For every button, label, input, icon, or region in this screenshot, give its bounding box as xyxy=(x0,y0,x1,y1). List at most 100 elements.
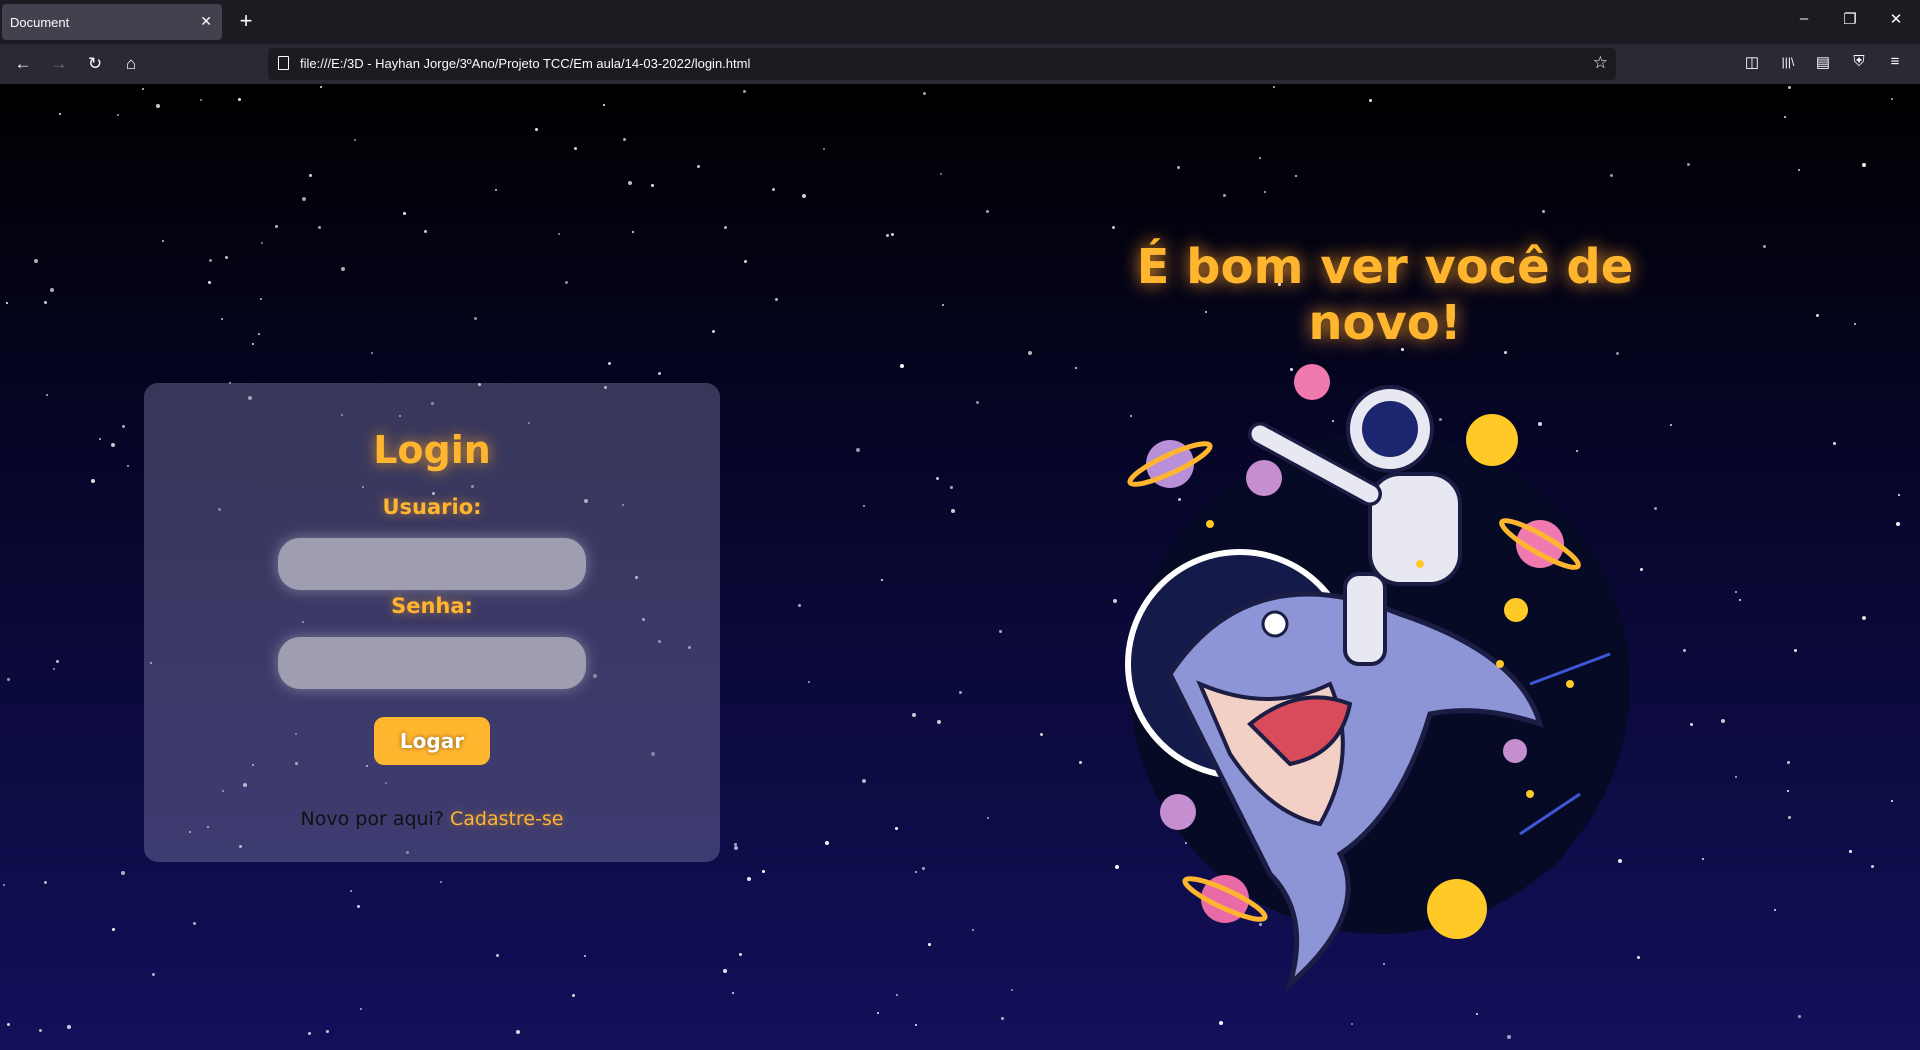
star-dot xyxy=(987,817,989,819)
star-dot xyxy=(308,1032,311,1035)
star-dot xyxy=(1833,442,1836,445)
star-dot xyxy=(275,225,278,228)
reload-icon[interactable]: ↻ xyxy=(84,53,106,75)
star-dot xyxy=(326,1030,329,1033)
star-dot xyxy=(7,1023,10,1026)
star-dot xyxy=(900,364,904,368)
login-button[interactable]: Logar xyxy=(374,717,490,765)
restore-icon[interactable]: ❐ xyxy=(1840,10,1860,28)
star-dot xyxy=(117,114,119,116)
astronaut-shark-illustration xyxy=(1125,364,1630,992)
star-dot xyxy=(1798,169,1800,171)
star-dot xyxy=(122,425,125,428)
login-card: Login Usuario: Senha: Logar Novo por aqu… xyxy=(144,383,720,862)
star-dot xyxy=(99,438,101,440)
star-dot xyxy=(1849,850,1852,853)
star-dot xyxy=(39,1029,42,1032)
star-dot xyxy=(891,233,894,236)
back-icon[interactable]: ← xyxy=(12,53,34,75)
star-dot xyxy=(651,184,654,187)
library-icon[interactable]: |||\ xyxy=(1777,55,1799,69)
star-dot xyxy=(1798,1015,1801,1018)
star-dot xyxy=(221,318,223,320)
url-text[interactable]: file:///E:/3D - Hayhan Jorge/3ºAno/Proje… xyxy=(300,56,750,71)
star-dot xyxy=(724,226,727,229)
star-dot xyxy=(260,298,262,300)
star-dot xyxy=(743,90,746,93)
star-dot xyxy=(156,104,160,108)
star-dot xyxy=(1690,723,1693,726)
bookmark-star-icon[interactable]: ☆ xyxy=(1593,53,1608,73)
star-dot xyxy=(209,259,212,262)
page-viewport: Login Usuario: Senha: Logar Novo por aqu… xyxy=(0,84,1920,1050)
star-dot xyxy=(1687,163,1690,166)
window-close-icon[interactable]: ✕ xyxy=(1886,10,1906,28)
star-dot xyxy=(1670,424,1672,426)
shield-icon[interactable]: ⛨ xyxy=(1848,53,1870,70)
star-dot xyxy=(772,188,775,191)
star-dot xyxy=(697,165,700,168)
star-dot xyxy=(976,401,979,404)
star-dot xyxy=(574,147,577,150)
star-dot xyxy=(1079,761,1082,764)
star-dot xyxy=(1891,98,1893,100)
star-dot xyxy=(1001,1017,1004,1020)
star-dot xyxy=(46,394,48,396)
minimize-icon[interactable]: – xyxy=(1794,10,1814,27)
star-dot xyxy=(572,994,575,997)
star-dot xyxy=(881,579,883,581)
star-dot xyxy=(937,720,941,724)
home-icon[interactable]: ⌂ xyxy=(120,53,142,75)
address-bar[interactable]: file:///E:/3D - Hayhan Jorge/3ºAno/Proje… xyxy=(268,48,1616,80)
star-dot xyxy=(7,678,10,681)
star-dot xyxy=(1028,351,1032,355)
new-tab-icon[interactable]: + xyxy=(234,8,258,34)
star-dot xyxy=(1774,909,1776,911)
forward-icon[interactable]: → xyxy=(48,53,70,75)
star-dot xyxy=(56,660,59,663)
star-dot xyxy=(1816,314,1819,317)
star-dot xyxy=(1542,210,1545,213)
star-dot xyxy=(558,233,560,235)
star-dot xyxy=(53,668,55,670)
star-dot xyxy=(1735,776,1737,778)
star-dot xyxy=(915,1024,917,1026)
star-dot xyxy=(1735,591,1737,593)
star-dot xyxy=(1862,616,1866,620)
pocket-icon[interactable]: ◫ xyxy=(1741,53,1763,71)
star-dot xyxy=(350,890,352,892)
star-dot xyxy=(1784,116,1786,118)
star-dot xyxy=(798,604,801,607)
star-dot xyxy=(193,922,196,925)
star-dot xyxy=(734,846,738,850)
close-tab-icon[interactable]: ✕ xyxy=(200,13,212,30)
star-dot xyxy=(972,929,974,931)
star-dot xyxy=(360,1008,362,1010)
signup-link[interactable]: Cadastre-se xyxy=(450,808,564,830)
star-dot xyxy=(44,881,47,884)
star-dot xyxy=(1788,86,1791,89)
active-tab[interactable]: Document ✕ xyxy=(2,4,222,40)
star-dot xyxy=(354,139,356,141)
star-dot xyxy=(1721,719,1725,723)
star-dot xyxy=(762,870,765,873)
star-dot xyxy=(225,256,228,259)
username-input[interactable] xyxy=(278,538,586,590)
star-dot xyxy=(1040,733,1043,736)
planet-icon xyxy=(1246,460,1282,496)
star-dot xyxy=(91,479,95,483)
star-dot xyxy=(603,104,605,106)
star-dot xyxy=(371,352,373,354)
star-dot xyxy=(628,181,632,185)
star-dot xyxy=(6,302,8,304)
sidebar-icon[interactable]: ▤ xyxy=(1812,53,1834,71)
navigation-toolbar: ← → ↻ ⌂ file:///E:/3D - Hayhan Jorge/3ºA… xyxy=(0,44,1920,85)
app-menu-icon[interactable]: ≡ xyxy=(1884,53,1906,70)
star-dot xyxy=(915,871,917,873)
star-dot xyxy=(252,343,254,345)
star-dot xyxy=(986,210,989,213)
password-input[interactable] xyxy=(278,637,586,689)
star-dot xyxy=(1610,174,1613,177)
star-dot xyxy=(258,333,260,335)
star-dot xyxy=(565,281,568,284)
